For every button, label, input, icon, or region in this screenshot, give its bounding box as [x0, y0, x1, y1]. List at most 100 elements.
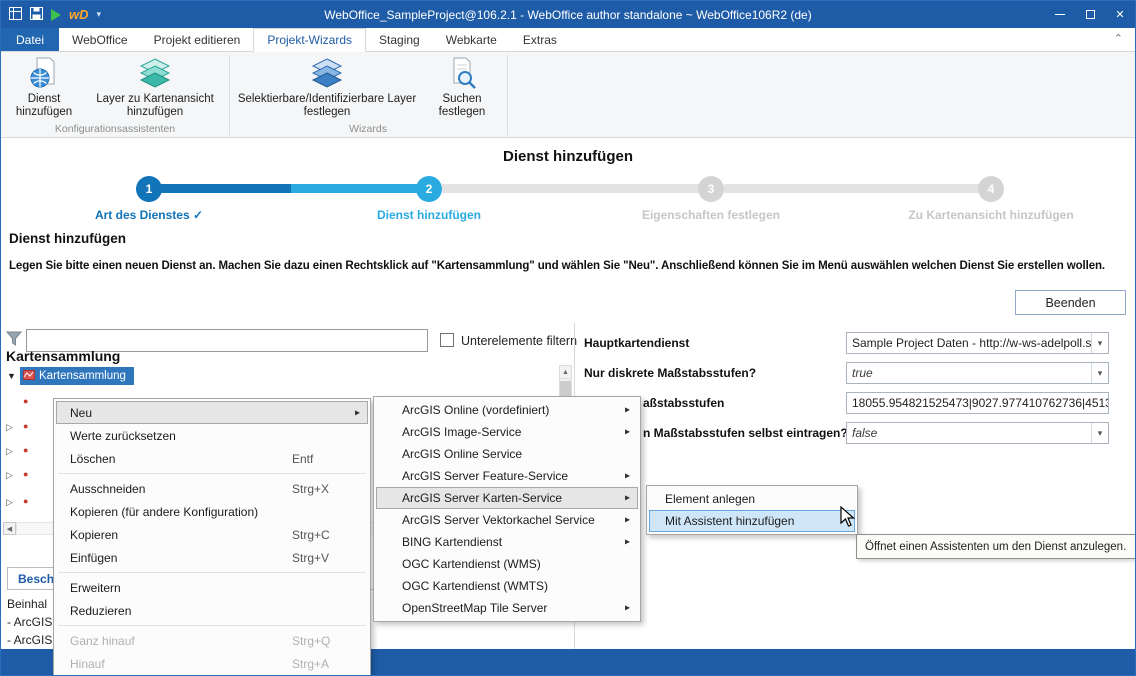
- tree-collapse-icon[interactable]: ▷: [6, 422, 13, 433]
- submenu-arrow-icon: ▸: [625, 471, 630, 482]
- wizard-instructions: Legen Sie bitte einen neuen Dienst an. M…: [9, 260, 1131, 272]
- close-button[interactable]: ✕: [1105, 1, 1135, 28]
- tab-extras[interactable]: Extras: [510, 28, 570, 51]
- menu-separator: [58, 625, 366, 626]
- quick-access-toolbar: wD ▾: [1, 7, 101, 23]
- checkbox-label: Unterelemente filtern: [461, 334, 577, 348]
- description-line: - ArcGIS: [7, 633, 52, 647]
- maximize-button[interactable]: [1075, 1, 1105, 28]
- menu-item-werte-zuruecksetzen[interactable]: Werte zurücksetzen: [56, 424, 368, 447]
- property-label-hauptkartendienst: Hauptkartendienst: [584, 336, 689, 350]
- layers-blue-icon: [311, 55, 343, 91]
- layer-zu-kartenansicht-button[interactable]: Layer zu Kartenansicht hinzufügen: [87, 55, 223, 119]
- hauptkartendienst-dropdown[interactable]: Sample Project Daten - http://w-ws-adelp…: [846, 332, 1109, 354]
- description-line: - ArcGIS: [7, 615, 52, 629]
- submenu-arrow-icon: ▸: [625, 493, 630, 504]
- menu-item-element-anlegen[interactable]: Element anlegen: [649, 488, 855, 510]
- tree-collapse-icon[interactable]: ▷: [6, 446, 13, 457]
- property-label-selbst-eintragen: n Maßstabsstufen selbst eintragen?: [643, 426, 848, 440]
- progress-bar-pending: [442, 184, 700, 193]
- menu-item-erweitern[interactable]: Erweitern: [56, 576, 368, 599]
- tree-collapse-icon[interactable]: ▷: [6, 497, 13, 508]
- titlebar: WebOffice_SampleProject@106.2.1 - WebOff…: [1, 1, 1135, 28]
- menu-item-reduzieren[interactable]: Reduzieren: [56, 599, 368, 622]
- save-icon[interactable]: [30, 7, 43, 23]
- wizard-title: Dienst hinzufügen: [1, 148, 1135, 165]
- step-circle-1: 1: [136, 176, 162, 202]
- dropdown-arrow-icon[interactable]: ▾: [1091, 363, 1108, 383]
- menu-item-hinauf[interactable]: HinaufStrg+A: [56, 652, 368, 675]
- menu-item-neu[interactable]: Neu▸: [56, 401, 368, 424]
- tab-projekt-editieren[interactable]: Projekt editieren: [141, 28, 254, 51]
- diskrete-massstabsstufen-dropdown[interactable]: true ▾: [846, 362, 1109, 384]
- menu-item-arcgis-server-karten-service[interactable]: ArcGIS Server Karten-Service▸: [376, 487, 638, 509]
- layers-teal-icon: [139, 55, 171, 91]
- tab-projekt-wizards[interactable]: Projekt-Wizards: [253, 28, 366, 52]
- suchen-festlegen-button[interactable]: Suchen festlegen: [421, 55, 503, 119]
- run-icon[interactable]: [51, 9, 61, 21]
- menu-item-openstreetmap-tile-server[interactable]: OpenStreetMap Tile Server▸: [376, 597, 638, 619]
- menu-item-ogc-kartendienst-wmts[interactable]: OGC Kartendienst (WMTS): [376, 575, 638, 597]
- tab-weboffice[interactable]: WebOffice: [59, 28, 141, 51]
- menu-item-arcgis-server-vektorkachel-service[interactable]: ArcGIS Server Vektorkachel Service▸: [376, 509, 638, 531]
- menu-item-arcgis-server-feature-service[interactable]: ArcGIS Server Feature-Service▸: [376, 465, 638, 487]
- menu-item-arcgis-online-vordefiniert[interactable]: ArcGIS Online (vordefiniert)▸: [376, 399, 638, 421]
- menu-item-einfuegen[interactable]: EinfügenStrg+V: [56, 546, 368, 569]
- wd-logo-icon: wD: [69, 7, 89, 22]
- weboffice-author-window: WebOffice_SampleProject@106.2.1 - WebOff…: [0, 0, 1136, 676]
- menu-item-arcgis-image-service[interactable]: ArcGIS Image-Service▸: [376, 421, 638, 443]
- layer-bullet-icon: ●: [23, 421, 28, 431]
- submenu-arrow-icon: ▸: [625, 537, 630, 548]
- minimize-button[interactable]: [1045, 1, 1075, 28]
- layer-bullet-icon: ●: [23, 396, 28, 406]
- submenu-arrow-icon: ▸: [625, 427, 630, 438]
- property-label-massstabsstufen: aßstabsstufen: [643, 396, 724, 410]
- menu-item-ganz-hinauf[interactable]: Ganz hinaufStrg+Q: [56, 629, 368, 652]
- layer-bullet-icon: ●: [23, 496, 28, 506]
- service-add-icon: [28, 55, 60, 91]
- menu-item-kopieren[interactable]: KopierenStrg+C: [56, 523, 368, 546]
- unterelemente-filtern-checkbox[interactable]: [440, 333, 454, 347]
- map-icon: [23, 370, 35, 383]
- app-icon[interactable]: [9, 7, 22, 23]
- submenu-arrow-icon: ▸: [625, 405, 630, 416]
- layer-bullet-icon: ●: [23, 469, 28, 479]
- menu-item-bing-kartendienst[interactable]: BING Kartendienst▸: [376, 531, 638, 553]
- selbst-eintragen-dropdown[interactable]: false ▾: [846, 422, 1109, 444]
- mouse-cursor-icon: [840, 506, 858, 533]
- menu-separator: [58, 473, 366, 474]
- tab-webkarte[interactable]: Webkarte: [433, 28, 510, 51]
- tree-collapse-icon[interactable]: ▷: [6, 470, 13, 481]
- menu-item-arcgis-online-service[interactable]: ArcGIS Online Service: [376, 443, 638, 465]
- collapse-ribbon-icon[interactable]: ⌃: [1114, 32, 1123, 45]
- tooltip: Öffnet einen Assistenten um den Dienst a…: [856, 534, 1136, 559]
- menu-item-ausschneiden[interactable]: AusschneidenStrg+X: [56, 477, 368, 500]
- qat-dropdown-icon[interactable]: ▾: [97, 9, 102, 20]
- tree-node-kartensammlung[interactable]: Kartensammlung: [20, 367, 134, 385]
- dienst-hinzufuegen-button[interactable]: Dienst hinzufügen: [5, 55, 83, 119]
- selektierbare-layer-button[interactable]: Selektierbare/Identifizierbare Layer fes…: [237, 55, 417, 119]
- tab-datei[interactable]: Datei: [1, 28, 59, 51]
- massstabsstufen-input[interactable]: 18055.954821525473|9027.977410762736|451…: [846, 392, 1109, 414]
- beenden-button[interactable]: Beenden: [1015, 290, 1126, 315]
- menu-item-loeschen[interactable]: LöschenEntf: [56, 447, 368, 470]
- tree-title: Kartensammlung: [6, 348, 120, 364]
- step-label-2: Dienst hinzufügen: [324, 208, 534, 222]
- menu-item-ogc-kartendienst-wms[interactable]: OGC Kartendienst (WMS): [376, 553, 638, 575]
- layer-bullet-icon: ●: [23, 445, 28, 455]
- search-document-icon: [446, 55, 478, 91]
- dropdown-arrow-icon[interactable]: ▾: [1091, 333, 1108, 353]
- filter-icon: [6, 331, 22, 349]
- menu-item-kopieren-andere-konfiguration[interactable]: Kopieren (für andere Konfiguration): [56, 500, 368, 523]
- ribbon-tab-bar: Datei WebOffice Projekt editieren Projek…: [1, 28, 1135, 52]
- tree-expand-icon[interactable]: ▼: [7, 371, 16, 381]
- menu-item-mit-assistent-hinzufuegen[interactable]: Mit Assistent hinzufügen: [649, 510, 855, 532]
- dropdown-arrow-icon[interactable]: ▾: [1091, 423, 1108, 443]
- context-menu: Neu▸ Werte zurücksetzen LöschenEntf Auss…: [53, 398, 371, 676]
- ribbon-group-separator: [507, 55, 508, 135]
- submenu-arrow-icon: ▸: [355, 407, 360, 418]
- scroll-up-icon[interactable]: ▲: [560, 366, 571, 379]
- tab-staging[interactable]: Staging: [366, 28, 433, 51]
- tree-node-label: Kartensammlung: [39, 370, 126, 382]
- scroll-left-icon[interactable]: ◀: [3, 522, 16, 535]
